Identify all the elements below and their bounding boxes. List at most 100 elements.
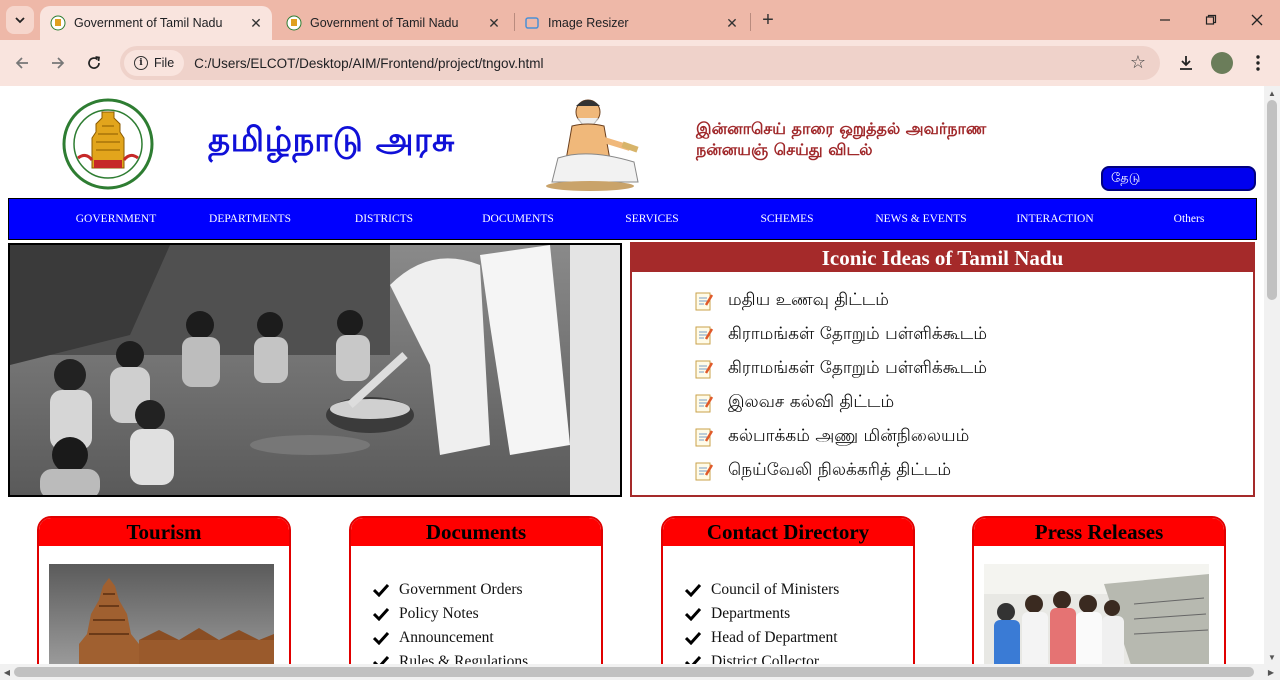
tn-emblem-logo — [62, 98, 154, 190]
address-bar[interactable]: i File C:/Users/ELCOT/Desktop/AIM/Fronte… — [120, 46, 1160, 80]
url-text[interactable]: C:/Users/ELCOT/Desktop/AIM/Frontend/proj… — [194, 56, 543, 71]
close-window-icon[interactable] — [1234, 0, 1280, 40]
vertical-scrollbar[interactable]: ▲ ▼ — [1264, 86, 1280, 664]
list-item[interactable]: மதிய உணவு திட்டம் — [694, 288, 889, 314]
thirukkural-couplet: இன்னாசெய் தாரை ஒறுத்தல் அவர்நாண நன்னயஞ் … — [696, 118, 986, 160]
star-icon[interactable]: ☆ — [1130, 52, 1146, 73]
restore-icon[interactable] — [1188, 0, 1234, 40]
iconic-ideas-panel: Iconic Ideas of Tamil Nadu மதிய உணவு திட… — [630, 242, 1255, 497]
link-label: Policy Notes — [399, 605, 479, 622]
tab-strip: Government of Tamil Nadu ✕ Government of… — [0, 0, 1280, 40]
tab-title: Government of Tamil Nadu — [310, 16, 459, 30]
list-item[interactable]: Announcement — [373, 626, 528, 650]
search-input[interactable]: தேடு — [1101, 166, 1256, 191]
card-title: Documents — [351, 518, 601, 546]
list-item[interactable]: Policy Notes — [373, 602, 528, 626]
nav-item-departments[interactable]: DEPARTMENTS — [184, 199, 316, 239]
vertical-scroll-thumb[interactable] — [1267, 100, 1277, 300]
nav-item-interaction[interactable]: INTERACTION — [988, 199, 1122, 239]
list-item[interactable]: Government Orders — [373, 578, 528, 602]
reload-icon[interactable] — [80, 49, 108, 77]
scroll-right-arrow-icon[interactable]: ▶ — [1264, 664, 1278, 680]
list-item[interactable]: இலவச கல்வி திட்டம் — [694, 390, 894, 416]
nav-item-schemes[interactable]: SCHEMES — [720, 199, 854, 239]
forward-arrow-icon[interactable] — [44, 49, 72, 77]
memo-icon — [695, 462, 714, 481]
tab-close-icon[interactable]: ✕ — [484, 13, 504, 33]
list-item[interactable]: Rules & Regulations — [373, 650, 528, 664]
documents-card[interactable]: Documents Government Orders Policy Notes… — [349, 516, 603, 664]
link-label: Rules & Regulations — [399, 653, 529, 664]
horizontal-scrollbar[interactable]: ◀ ▶ — [0, 664, 1280, 680]
scroll-up-arrow-icon[interactable]: ▲ — [1264, 86, 1280, 100]
tab-3[interactable]: Image Resizer ✕ — [514, 6, 748, 40]
checkmark-icon — [373, 655, 389, 664]
link-label: Departments — [711, 605, 791, 622]
idea-label: மதிய உணவு திட்டம் — [728, 290, 889, 310]
site-chip-label: File — [154, 56, 175, 70]
browser-toolbar: i File C:/Users/ELCOT/Desktop/AIM/Fronte… — [0, 40, 1280, 86]
link-label: Government Orders — [399, 581, 523, 598]
contact-directory-card[interactable]: Contact Directory Council of Ministers D… — [661, 516, 915, 664]
idea-label: கிராமங்கள் தோறும் பள்ளிக்கூடம் — [728, 324, 988, 344]
tab-separator — [750, 13, 751, 31]
idea-label: இலவச கல்வி திட்டம் — [728, 392, 895, 412]
checkmark-icon — [685, 583, 701, 597]
list-item[interactable]: கல்பாக்கம் அணு மின்நிலையம் — [694, 424, 969, 450]
nav-item-news-events[interactable]: NEWS & EVENTS — [854, 199, 988, 239]
kebab-menu-icon[interactable] — [1244, 49, 1272, 77]
list-item[interactable]: Departments — [685, 602, 839, 626]
checkmark-icon — [685, 631, 701, 645]
horizontal-scroll-thumb[interactable] — [14, 667, 1254, 677]
list-item[interactable]: District Collector — [685, 650, 839, 664]
tab-close-icon[interactable]: ✕ — [246, 13, 266, 33]
nav-item-government[interactable]: GOVERNMENT — [50, 199, 182, 239]
press-releases-card[interactable]: Press Releases — [972, 516, 1226, 664]
info-icon: i — [134, 56, 148, 70]
scroll-left-arrow-icon[interactable]: ◀ — [0, 664, 14, 680]
thiruvalluvar-illustration — [544, 96, 648, 192]
link-label: District Collector — [711, 653, 820, 664]
kural-line-1: இன்னாசெய் தாரை ஒறுத்தல் அவர்நாண — [696, 119, 987, 138]
iconic-ideas-title: Iconic Ideas of Tamil Nadu — [632, 244, 1253, 272]
midday-meal-photo — [8, 243, 622, 497]
page-title: தமிழ்நாடு அரசு — [208, 120, 455, 160]
list-item[interactable]: Council of Ministers — [685, 578, 839, 602]
press-release-photo — [984, 564, 1209, 664]
list-item[interactable]: Head of Department — [685, 626, 839, 650]
list-item[interactable]: நெய்வேலி நிலக்கரித் திட்டம் — [694, 458, 951, 484]
download-icon[interactable] — [1172, 49, 1200, 77]
checkmark-icon — [373, 607, 389, 621]
tab-active[interactable]: Government of Tamil Nadu ✕ — [40, 6, 272, 40]
back-arrow-icon[interactable] — [8, 49, 36, 77]
tn-emblem-favicon-icon — [50, 15, 66, 31]
tab-close-icon[interactable]: ✕ — [722, 13, 742, 33]
tn-emblem-favicon-icon — [286, 15, 302, 31]
checkmark-icon — [685, 655, 701, 664]
temple-photo — [49, 564, 274, 664]
list-item[interactable]: கிராமங்கள் தோறும் பள்ளிக்கூடம் — [694, 356, 987, 382]
main-nav: GOVERNMENT DEPARTMENTS DISTRICTS DOCUMEN… — [8, 198, 1257, 240]
page-viewport: தமிழ்நாடு அரசு இன்னாசெய் தாரை ஒறுத்தல் அ… — [0, 86, 1264, 664]
nav-item-districts[interactable]: DISTRICTS — [318, 199, 450, 239]
link-label: Announcement — [399, 629, 494, 646]
card-title: Contact Directory — [663, 518, 913, 546]
site-info-chip[interactable]: i File — [124, 50, 185, 76]
checkmark-icon — [373, 631, 389, 645]
idea-label: நெய்வேலி நிலக்கரித் திட்டம் — [728, 460, 952, 480]
nav-item-others[interactable]: Others — [1122, 199, 1256, 239]
nav-item-services[interactable]: SERVICES — [586, 199, 718, 239]
tourism-card[interactable]: Tourism — [37, 516, 291, 664]
tab-search-button[interactable] — [6, 6, 34, 34]
nav-item-documents[interactable]: DOCUMENTS — [452, 199, 584, 239]
new-tab-plus-icon[interactable]: + — [756, 8, 780, 32]
minimize-icon[interactable] — [1142, 0, 1188, 40]
idea-label: கல்பாக்கம் அணு மின்நிலையம் — [728, 426, 970, 446]
idea-label: கிராமங்கள் தோறும் பள்ளிக்கூடம் — [728, 358, 988, 378]
list-item[interactable]: கிராமங்கள் தோறும் பள்ளிக்கூடம் — [694, 322, 987, 348]
profile-avatar[interactable] — [1208, 49, 1236, 77]
tab-2[interactable]: Government of Tamil Nadu ✕ — [276, 6, 510, 40]
link-label: Head of Department — [711, 629, 838, 646]
scroll-down-arrow-icon[interactable]: ▼ — [1264, 650, 1280, 664]
contact-list: Council of Ministers Departments Head of… — [685, 578, 839, 664]
